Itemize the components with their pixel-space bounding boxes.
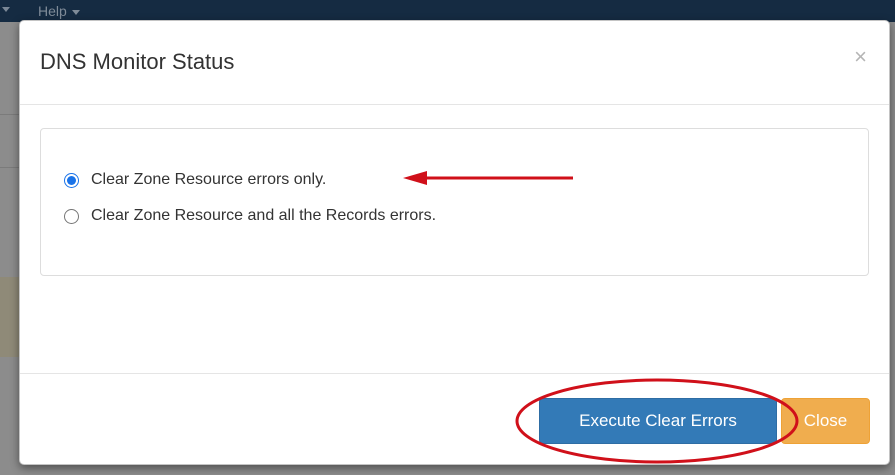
option-clear-zone-resource-and-records[interactable]: Clear Zone Resource and all the Records … xyxy=(64,207,436,225)
caret-down-icon xyxy=(71,9,80,15)
modal-body: Clear Zone Resource errors only. Clear Z… xyxy=(20,105,889,373)
caret-down-icon xyxy=(2,7,10,12)
radio-clear-zone-resource-only[interactable] xyxy=(64,172,79,188)
close-icon[interactable]: × xyxy=(854,45,867,69)
background-navbar: Help xyxy=(0,0,895,22)
modal-title: DNS Monitor Status xyxy=(40,49,235,74)
background-divider xyxy=(0,167,20,168)
dns-monitor-status-dialog: DNS Monitor Status × Clear Zone Resource… xyxy=(19,20,890,465)
modal-footer: Execute Clear Errors Close xyxy=(20,373,889,464)
modal-header: DNS Monitor Status × xyxy=(20,21,889,105)
clear-options-panel: Clear Zone Resource errors only. Clear Z… xyxy=(40,128,869,276)
background-panel xyxy=(0,277,20,357)
option-label: Clear Zone Resource and all the Records … xyxy=(91,207,437,224)
close-button[interactable]: Close xyxy=(781,398,870,444)
option-label: Clear Zone Resource errors only. xyxy=(91,171,327,188)
red-arrow-left-icon xyxy=(403,171,573,185)
help-menu-label: Help xyxy=(38,3,67,19)
option-clear-zone-resource-only[interactable]: Clear Zone Resource errors only. xyxy=(64,171,326,189)
radio-clear-zone-resource-and-records[interactable] xyxy=(64,208,79,224)
execute-clear-errors-button[interactable]: Execute Clear Errors xyxy=(539,398,777,444)
help-menu: Help xyxy=(38,2,80,20)
background-divider xyxy=(0,114,20,115)
